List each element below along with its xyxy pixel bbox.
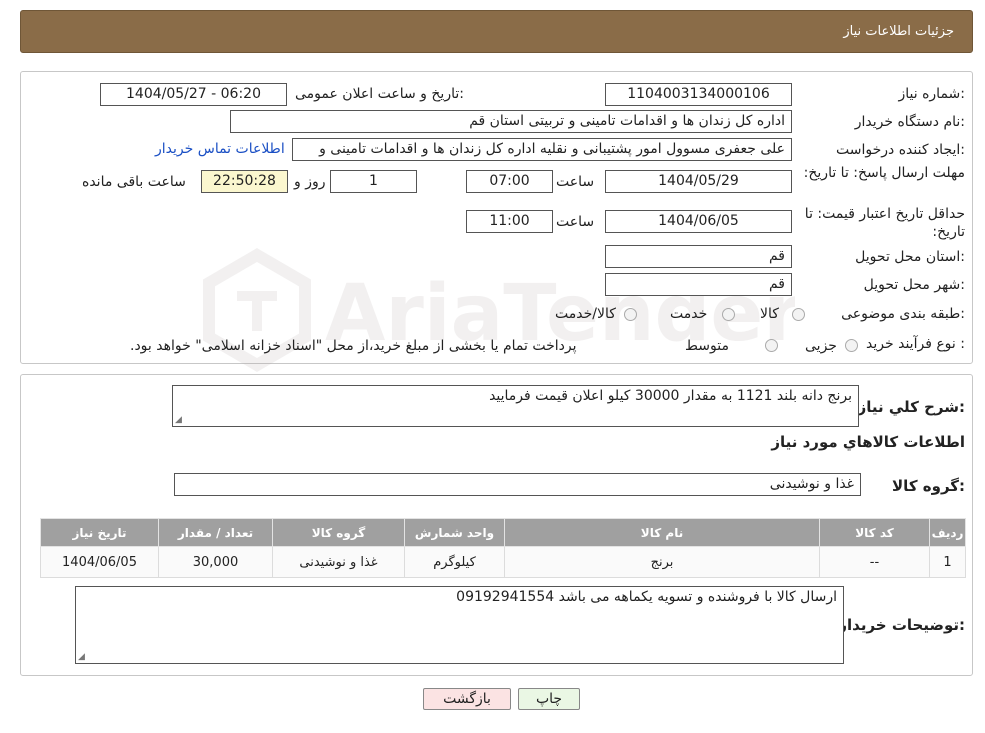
print-button[interactable]: چاپ <box>518 688 580 710</box>
back-button[interactable]: بازگشت <box>423 688 511 710</box>
buyer-org-field: اداره کل زندان ها و اقدامات تامینی و ترب… <box>230 110 792 133</box>
remaining-label: ساعت باقی مانده <box>82 174 186 190</box>
city-label: شهر محل تحویل: <box>863 277 965 293</box>
cell-row: 1 <box>929 546 966 578</box>
description-text: برنج دانه بلند 1121 به مقدار 30000 کیلو … <box>489 388 852 404</box>
goods-info-title: اطلاعات کالاهاي مورد نياز <box>771 433 965 451</box>
goods-table-header: رديف کد کالا نام کالا واحد شمارش گروه کا… <box>40 518 966 547</box>
category-service-radio[interactable] <box>722 308 735 321</box>
process-minor-radio[interactable] <box>845 339 858 352</box>
reply-time-label: ساعت <box>556 174 595 190</box>
validity-date-field: 1404/06/05 <box>605 210 792 233</box>
process-minor-label: جزیی <box>805 338 837 354</box>
cell-name: برنج <box>504 546 820 578</box>
cell-group: غذا و نوشیدنی <box>272 546 405 578</box>
col-row: رديف <box>929 518 966 547</box>
col-qty: تعداد / مقدار <box>158 518 273 547</box>
buyer-org-label: نام دستگاه خریدار: <box>854 114 965 130</box>
reply-time-field: 07:00 <box>466 170 553 193</box>
days-label: روز و <box>294 174 326 190</box>
cell-date: 1404/06/05 <box>40 546 159 578</box>
cell-qty: 30,000 <box>158 546 273 578</box>
col-name: نام کالا <box>504 518 820 547</box>
province-field: قم <box>605 245 792 268</box>
description-label: شرح کلي نياز: <box>857 398 965 416</box>
remaining-time-field: 22:50:28 <box>201 170 288 193</box>
need-number-label: شماره نیاز: <box>898 86 965 102</box>
category-goods-service-label: کالا/خدمت <box>555 306 616 322</box>
cell-unit: کیلوگرم <box>404 546 505 578</box>
category-goods-label: کالا <box>760 306 779 322</box>
announce-datetime-field: 1404/05/27 - 06:20 <box>100 83 287 106</box>
category-label: طبقه بندی موضوعی: <box>841 306 965 322</box>
remaining-days-field: 1 <box>330 170 417 193</box>
buyer-notes-text: ارسال کالا با فروشنده و تسویه یکماهه می … <box>456 589 837 605</box>
page-title: جزئیات اطلاعات نیاز <box>843 24 954 39</box>
city-field: قم <box>605 273 792 296</box>
resize-grip-icon[interactable]: ◢ <box>78 652 85 662</box>
goods-table: رديف کد کالا نام کالا واحد شمارش گروه کا… <box>40 518 966 578</box>
category-goods-radio[interactable] <box>792 308 805 321</box>
goods-group-label: گروه کالا: <box>892 477 965 495</box>
process-medium-radio[interactable] <box>765 339 778 352</box>
resize-grip-icon[interactable]: ◢ <box>175 415 182 425</box>
col-date: تاريخ نياز <box>40 518 159 547</box>
payment-note: پرداخت تمام یا بخشی از مبلغ خرید،از محل … <box>130 338 577 354</box>
page-header: جزئیات اطلاعات نیاز <box>20 10 973 53</box>
category-service-label: خدمت <box>670 306 708 322</box>
requester-label: ایجاد کننده درخواست: <box>836 142 965 158</box>
process-medium-label: متوسط <box>685 338 729 354</box>
validity-time-field: 11:00 <box>466 210 553 233</box>
col-unit: واحد شمارش <box>404 518 505 547</box>
reply-deadline-label: مهلت ارسال پاسخ: تا تاریخ: <box>803 165 965 181</box>
announce-label: تاریخ و ساعت اعلان عمومی: <box>295 86 464 102</box>
category-goods-service-radio[interactable] <box>624 308 637 321</box>
need-number-field: 1104003134000106 <box>605 83 792 106</box>
requester-field: علی جعفری مسوول امور پشتیبانی و نقلیه اد… <box>292 138 792 161</box>
process-label: نوع فرآیند خرید : <box>866 336 965 352</box>
validity-time-label: ساعت <box>556 214 595 230</box>
col-code: کد کالا <box>819 518 930 547</box>
description-textarea[interactable]: برنج دانه بلند 1121 به مقدار 30000 کیلو … <box>172 385 859 427</box>
reply-date-field: 1404/05/29 <box>605 170 792 193</box>
col-group: گروه کالا <box>272 518 405 547</box>
province-label: استان محل تحویل: <box>855 249 965 265</box>
table-row: 1 -- برنج کیلوگرم غذا و نوشیدنی 30,000 1… <box>40 546 966 578</box>
cell-code: -- <box>819 546 930 578</box>
price-validity-label: حداقل تاریخ اعتبار قیمت: تا تاریخ: <box>804 206 965 240</box>
buyer-notes-textarea[interactable]: ارسال کالا با فروشنده و تسویه یکماهه می … <box>75 586 844 664</box>
buyer-notes-label: توضيحات خريدار: <box>838 616 965 634</box>
goods-group-field: غذا و نوشیدنی <box>174 473 861 496</box>
buyer-contact-link[interactable]: اطلاعات تماس خریدار <box>155 141 285 157</box>
